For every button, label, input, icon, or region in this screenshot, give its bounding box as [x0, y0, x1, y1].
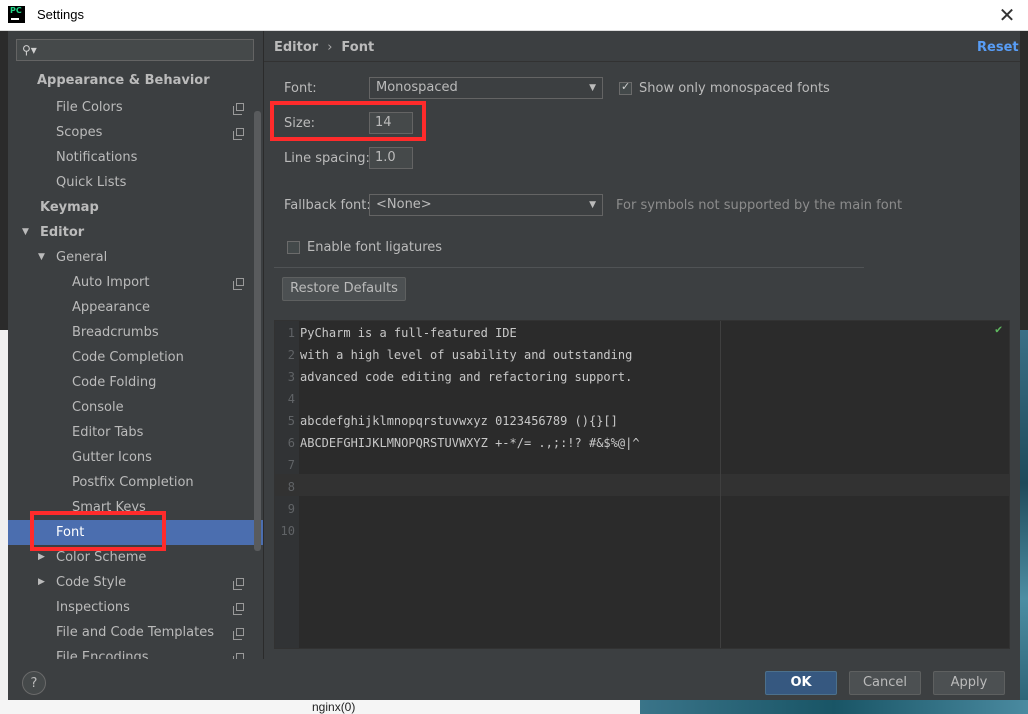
header-divider [264, 61, 1020, 62]
line-number: 5 [287, 414, 295, 428]
dropdown-arrow-icon: ▼ [589, 200, 596, 210]
sidebar-scrollbar[interactable] [254, 111, 261, 551]
dropdown-arrow-icon: ▼ [589, 83, 596, 93]
title-bar: PC Settings ✕ [0, 0, 1028, 31]
preview-line: ABCDEFGHIJKLMNOPQRSTUVWXYZ +-*/= .,;:!? … [300, 436, 640, 450]
font-settings-panel: Editor › Font Reset Font: Monospaced ▼ Sho… [264, 31, 1020, 659]
font-ligatures-checkbox[interactable] [287, 241, 300, 254]
chevron-right-icon[interactable]: ▶ [38, 570, 45, 595]
preview-line: advanced code editing and refactoring su… [300, 370, 633, 384]
font-label: Font: [284, 81, 317, 96]
font-ligatures-label: Enable font ligatures [307, 240, 443, 255]
line-number: 6 [287, 436, 295, 450]
font-combobox-value: Monospaced [376, 80, 458, 95]
line-number: 3 [287, 370, 295, 384]
line-spacing-label: Line spacing: [284, 151, 370, 166]
breadcrumb-font: Font [341, 40, 375, 55]
sidebar-item-file-encodings[interactable]: File Encodings [8, 645, 263, 659]
sidebar-item-code-folding[interactable]: Code Folding [8, 370, 263, 395]
line-number: 1 [287, 326, 295, 340]
breadcrumb-separator: › [327, 40, 333, 55]
current-line-highlight [275, 474, 1009, 496]
options-divider [274, 267, 864, 268]
sidebar-item-smart-keys[interactable]: Smart Keys [8, 495, 263, 520]
line-number: 7 [287, 458, 295, 472]
sidebar-item-scopes[interactable]: Scopes [8, 120, 263, 145]
line-number: 4 [287, 392, 295, 406]
preview-line: abcdefghijklmnopqrstuvwxyz 0123456789 ()… [300, 414, 618, 428]
show-monospaced-checkbox[interactable] [619, 80, 632, 95]
background-window-left [0, 330, 8, 714]
fallback-font-combobox[interactable]: <None> ▼ [369, 194, 603, 216]
breadcrumb-editor: Editor [274, 40, 319, 55]
sidebar-item-font[interactable]: Font [8, 520, 263, 545]
project-scope-icon [233, 653, 244, 659]
preview-line: PyCharm is a full-featured IDE [300, 326, 517, 340]
line-number: 10 [280, 524, 295, 538]
project-scope-icon [233, 103, 244, 115]
sidebar-item-appearance[interactable]: Appearance [8, 295, 263, 320]
window-title: Settings [37, 7, 84, 22]
apply-button[interactable]: Apply [933, 671, 1005, 695]
background-text: nginx(0) [312, 700, 356, 714]
sidebar-item-console[interactable]: Console [8, 395, 263, 420]
preview-line: with a high level of usability and outst… [300, 348, 633, 362]
line-number: 9 [287, 502, 295, 516]
project-scope-icon [233, 128, 244, 140]
background-image-bottom [640, 700, 1028, 714]
line-number: 2 [287, 348, 295, 362]
fallback-font-value: <None> [376, 197, 432, 212]
sidebar-item-breadcrumbs[interactable]: Breadcrumbs [8, 320, 263, 345]
font-preview-editor[interactable]: ✔ 1 2 3 4 5 6 7 8 9 10 PyCharm is a full… [274, 320, 1010, 649]
fallback-font-hint: For symbols not supported by the main fo… [616, 198, 903, 213]
project-scope-icon [233, 278, 244, 290]
sidebar-item-postfix-completion[interactable]: Postfix Completion [8, 470, 263, 495]
sidebar-item-code-completion[interactable]: Code Completion [8, 345, 263, 370]
reset-link[interactable]: Reset [977, 40, 1019, 55]
close-icon[interactable]: ✕ [994, 2, 1020, 28]
show-monospaced-label: Show only monospaced fonts [639, 81, 830, 96]
inspection-ok-icon: ✔ [995, 322, 1003, 336]
search-input[interactable]: ⚲▾ [16, 39, 254, 61]
sidebar-item-gutter-icons[interactable]: Gutter Icons [8, 445, 263, 470]
breadcrumb: Editor › Font [274, 40, 374, 55]
sidebar-item-general[interactable]: ▼ General [8, 245, 263, 270]
project-scope-icon [233, 603, 244, 615]
sidebar-item-quick-lists[interactable]: Quick Lists [8, 170, 263, 195]
size-input[interactable]: 14 [369, 112, 413, 134]
pycharm-app-icon: PC [8, 6, 25, 23]
line-spacing-input[interactable]: 1.0 [369, 147, 413, 169]
right-margin-guide [720, 321, 721, 648]
sidebar-item-auto-import[interactable]: Auto Import [8, 270, 263, 295]
restore-defaults-button[interactable]: Restore Defaults [282, 277, 406, 301]
cancel-button[interactable]: Cancel [849, 671, 921, 695]
settings-dialog: ⚲▾ Appearance & Behavior File Colors Sco… [8, 31, 1020, 700]
sidebar-item-code-style[interactable]: ▶ Code Style [8, 570, 263, 595]
ok-button[interactable]: OK [765, 671, 837, 695]
search-icon: ⚲▾ [22, 43, 37, 57]
sidebar-item-keymap[interactable]: Keymap [8, 195, 263, 220]
chevron-down-icon[interactable]: ▼ [38, 245, 45, 270]
settings-sidebar: ⚲▾ Appearance & Behavior File Colors Sco… [8, 31, 264, 659]
line-number: 8 [287, 480, 295, 494]
sidebar-item-color-scheme[interactable]: ▶ Color Scheme [8, 545, 263, 570]
chevron-right-icon[interactable]: ▶ [38, 545, 45, 570]
sidebar-item-file-code-templates[interactable]: File and Code Templates [8, 620, 263, 645]
font-combobox[interactable]: Monospaced ▼ [369, 77, 603, 99]
sidebar-item-editor-tabs[interactable]: Editor Tabs [8, 420, 263, 445]
size-label: Size: [284, 116, 316, 131]
fallback-font-label: Fallback font: [284, 198, 371, 213]
help-button[interactable]: ? [22, 671, 46, 695]
project-scope-icon [233, 578, 244, 590]
sidebar-item-editor[interactable]: ▼ Editor [8, 220, 263, 245]
chevron-down-icon[interactable]: ▼ [22, 220, 29, 245]
sidebar-item-file-colors[interactable]: File Colors [8, 95, 263, 120]
project-scope-icon [233, 628, 244, 640]
sidebar-item-appearance-behavior[interactable]: Appearance & Behavior [8, 68, 263, 93]
sidebar-item-notifications[interactable]: Notifications [8, 145, 263, 170]
sidebar-item-inspections[interactable]: Inspections [8, 595, 263, 620]
